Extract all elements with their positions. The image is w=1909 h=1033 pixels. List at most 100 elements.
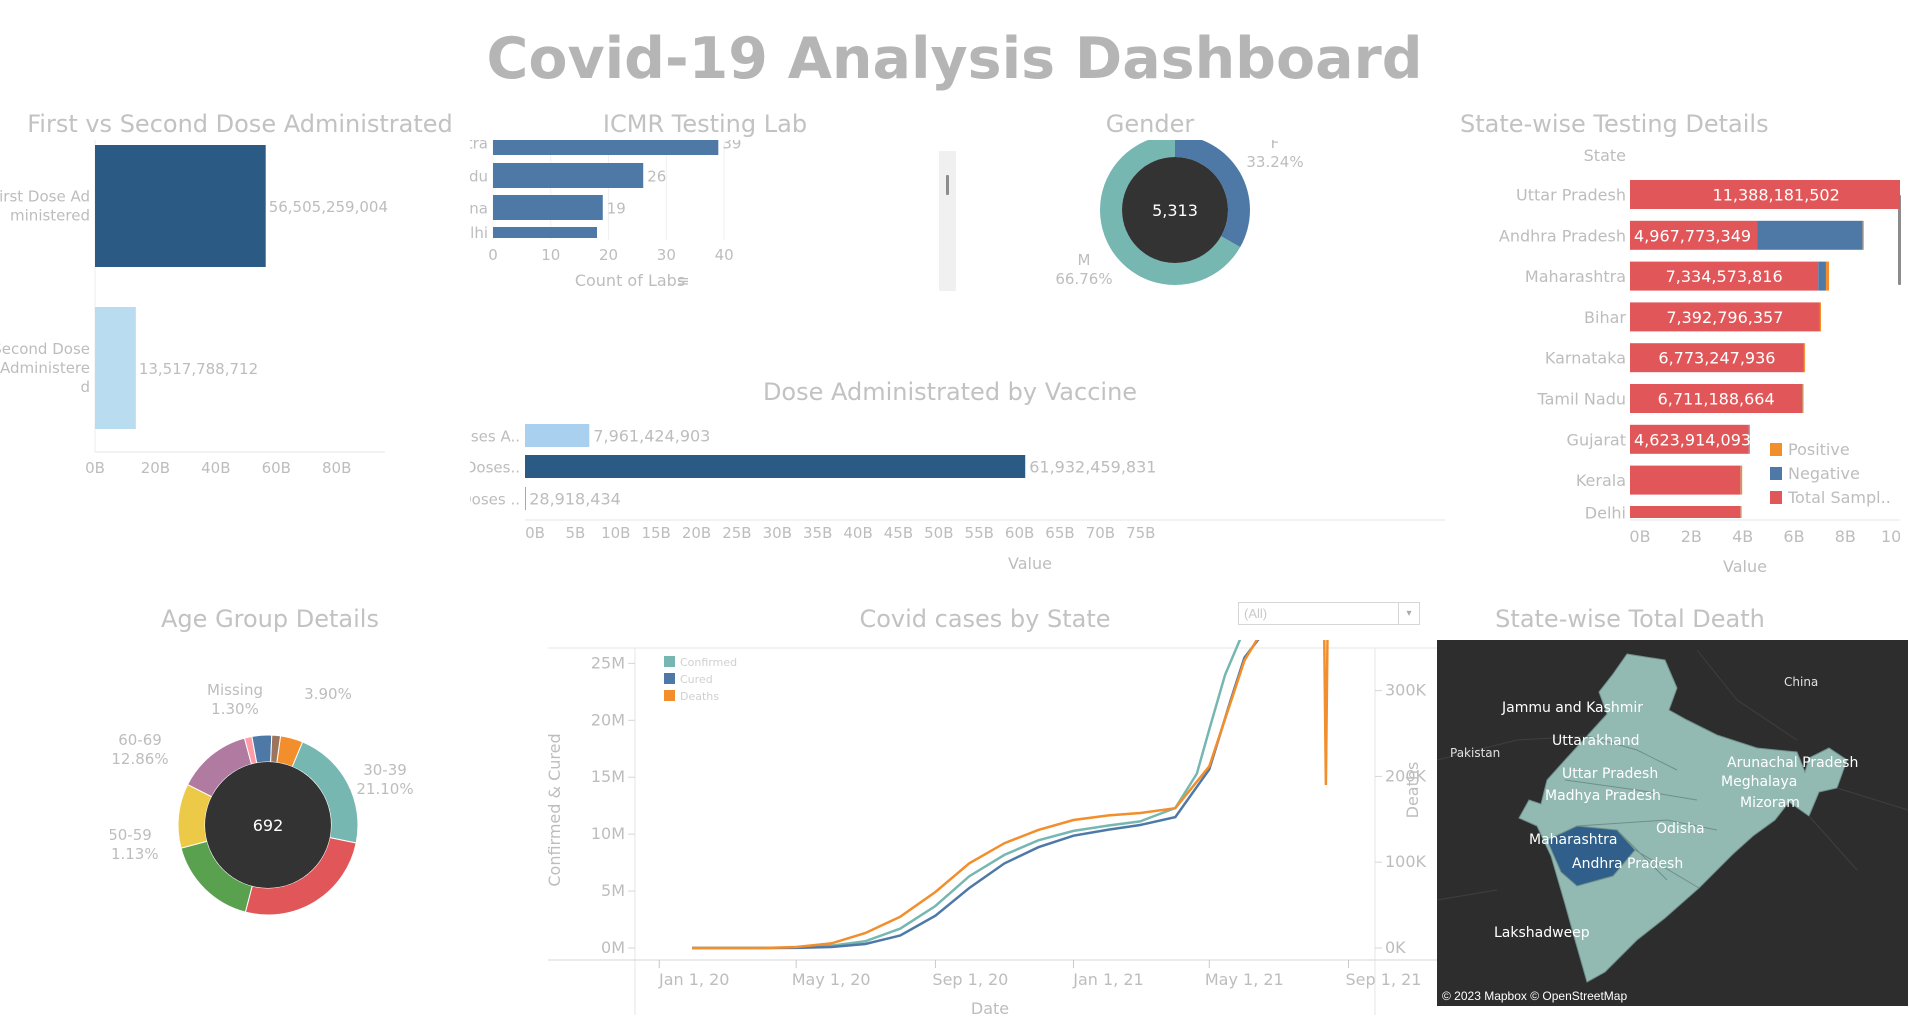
- cases-legend-label: Confirmed: [680, 656, 737, 669]
- state-value-label: 6,711,188,664: [1658, 390, 1775, 409]
- map-label: Uttar Pradesh: [1562, 766, 1658, 782]
- state-category-label: Kerala: [1576, 471, 1626, 490]
- vaccine-x-tick-label: 55B: [965, 524, 994, 542]
- state-category-label: Delhi: [1585, 503, 1626, 522]
- icmr-panel-title: ICMR Testing Lab: [602, 110, 808, 138]
- map-label: Uttarakhand: [1552, 733, 1639, 749]
- legend-swatch: [1770, 467, 1782, 480]
- legend-label: Positive: [1788, 440, 1850, 459]
- cases-series-line: [692, 640, 1329, 950]
- map-label: Meghalaya: [1721, 774, 1797, 790]
- map-label: Odisha: [1656, 821, 1705, 837]
- age-center-value: 692: [253, 816, 284, 835]
- vaccine-x-tick-label: 75B: [1126, 524, 1155, 542]
- cases-legend-swatch: [664, 656, 675, 667]
- age-percent-label: 11.13%: [110, 845, 159, 863]
- state-value-label: 7,392,796,357: [1666, 308, 1783, 327]
- dose-panel-title: First vs Second Dose Administrated: [27, 110, 453, 138]
- legend-label: Negative: [1788, 464, 1860, 483]
- state-x-tick-label: 2B: [1681, 527, 1702, 546]
- age-label: Missing: [207, 681, 263, 699]
- vaccine-x-tick-label: 65B: [1045, 524, 1074, 542]
- state-bar-positive: [1820, 302, 1822, 332]
- icmr-bar: [493, 227, 597, 238]
- vaccine-x-tick-label: 70B: [1086, 524, 1115, 542]
- vaccine-panel-title: Dose Administrated by Vaccine: [762, 378, 1138, 406]
- icmr-x-tick-label: 20: [599, 246, 618, 264]
- state-value-label: 4,623,914,093: [1634, 430, 1751, 449]
- age-chart: 69210-193.90%30-3921.10%20-2924.86%40-49…: [110, 680, 414, 916]
- dose-x-tick-label: 20B: [141, 459, 170, 477]
- icmr-category-label: Telangana: [470, 200, 488, 218]
- vaccine-bar: [525, 424, 590, 447]
- cases-x-tick-label: May 1, 21: [1205, 970, 1284, 989]
- vaccine-bar: [525, 487, 526, 510]
- state-category-label: Andhra Pradesh: [1499, 226, 1626, 245]
- vaccine-x-tick-label: 0B: [525, 524, 545, 542]
- state-x-axis-title: Value: [1723, 557, 1767, 576]
- cases-panel-title: Covid cases by State: [859, 605, 1111, 633]
- vaccine-x-tick-label: 35B: [803, 524, 832, 542]
- vaccine-value-label: 28,918,434: [529, 490, 621, 509]
- icmr-category-label: Tamil Nadu: [470, 168, 488, 186]
- state-value-label: 7,334,573,816: [1666, 267, 1783, 286]
- filter-value: (All): [1244, 606, 1268, 621]
- cases-x-tick-label: Sep 1, 21: [1346, 970, 1422, 989]
- state-bar-total: [1630, 506, 1741, 518]
- state-x-tick-label: 8B: [1835, 527, 1856, 546]
- state-bar-negative: [1757, 220, 1863, 250]
- state-category-label: Maharashtra: [1525, 267, 1626, 286]
- cases-legend-label: Cured: [680, 673, 713, 686]
- state-bar-positive: [1740, 465, 1743, 495]
- vaccine-x-tick-label: 25B: [722, 524, 751, 542]
- dose-chart: 56,505,259,004 First Dose Administered 13,…: [0, 140, 388, 477]
- dashboard-title: Covid-19 Analysis Dashboard: [486, 26, 1423, 92]
- icmr-x-tick-label: 30: [657, 246, 676, 264]
- cases-y2-tick-label: 300K: [1385, 681, 1427, 700]
- cases-y-tick-label: 0M: [601, 938, 625, 957]
- chevron-down-icon[interactable]: ▾: [1398, 603, 1419, 624]
- map-label: Jammu and Kashmir: [1501, 700, 1643, 716]
- gender-percent-label: 66.76%: [1055, 270, 1112, 288]
- vaccine-x-tick-label: 5B: [565, 524, 585, 542]
- cases-legend-swatch: [664, 690, 675, 701]
- vaccine-x-tick-label: 10B: [601, 524, 630, 542]
- cases-x-tick-label: Jan 1, 20: [658, 970, 729, 989]
- state-filter-dropdown[interactable]: (All) ▾: [1238, 602, 1420, 625]
- icmr-category-label: Maharashtra: [470, 140, 488, 153]
- legend-swatch: [1770, 491, 1782, 504]
- vaccine-bar: [525, 455, 1026, 478]
- icmr-bar: [493, 163, 644, 188]
- vaccine-value-label: 61,932,459,831: [1029, 458, 1156, 477]
- gender-label: F: [1271, 140, 1280, 152]
- state-testing-chart: State Uttar Pradesh 11,388,181,502 Andhra P…: [1499, 146, 1900, 576]
- cases-y2-tick-label: 0K: [1385, 938, 1406, 957]
- dose-category-label: ministered: [10, 207, 90, 225]
- state-testing-panel-title: State-wise Testing Details: [1460, 110, 1769, 138]
- cases-series-line: [692, 640, 1242, 950]
- dose-category-label: First Dose Ad: [0, 188, 90, 206]
- dose-category-label: Second Dose: [0, 340, 90, 358]
- age-panel-title: Age Group Details: [161, 605, 379, 633]
- map-label: Mizoram: [1740, 795, 1800, 811]
- cases-y-tick-label: 25M: [591, 653, 625, 672]
- vaccine-x-tick-label: 15B: [641, 524, 670, 542]
- age-label: 50-59: [110, 826, 152, 844]
- state-x-tick-label: 6B: [1783, 527, 1804, 546]
- state-bar-positive: [1740, 506, 1742, 518]
- icmr-x-tick-label: 10: [541, 246, 560, 264]
- death-map[interactable]: Jammu and Kashmir Uttarakhand Pakistan Chin…: [1437, 640, 1908, 1006]
- dose-category-label: d: [80, 378, 90, 396]
- age-percent-label: 1.30%: [211, 700, 259, 718]
- icmr-category-label: Delhi: [470, 224, 488, 242]
- dose-value-label: 56,505,259,004: [269, 198, 388, 216]
- map-label: Madhya Pradesh: [1545, 788, 1661, 804]
- legend-label: Total Sampl..: [1787, 488, 1891, 507]
- age-label: 10-19: [306, 680, 350, 684]
- icmr-chart: 39 Maharashtra 26 Tamil Nadu 19 Telangana Delh…: [470, 140, 741, 290]
- state-bar-negative: [1818, 261, 1826, 291]
- cases-x-axis-title: Date: [971, 999, 1009, 1018]
- state-category-label: Uttar Pradesh: [1516, 186, 1626, 205]
- cases-y-tick-label: 15M: [591, 767, 625, 786]
- map-label: Andhra Pradesh: [1572, 856, 1683, 872]
